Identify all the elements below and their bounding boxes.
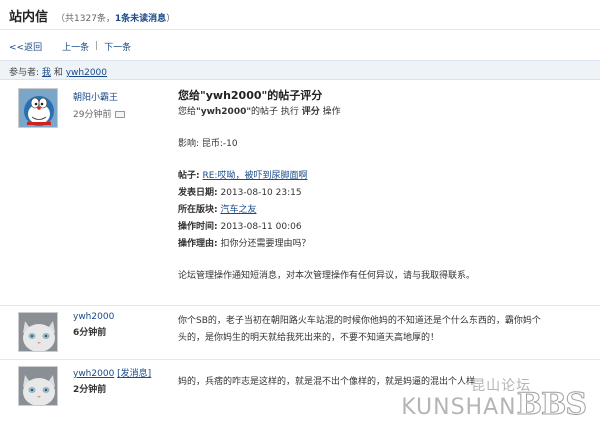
message-time: 29分钟前: [73, 107, 126, 120]
participants-label: 参与者:: [9, 68, 40, 78]
sender-name-row: ywh2000 [发消息]: [73, 366, 151, 379]
post-link[interactable]: RE:哎呦，被吓到尿脚面啊: [202, 171, 307, 181]
board-line: 所在版块: 汽车之友: [178, 203, 588, 218]
date-line: 发表日期: 2013-08-10 23:15: [178, 186, 588, 201]
reason-label: 操作理由:: [178, 239, 218, 249]
unread-count-link[interactable]: 1条未读消息: [115, 14, 166, 24]
message-item: 朝阳小霸王 29分钟前 您给"ywh2000"的帖子评分 您给"ywh2000"…: [0, 80, 600, 306]
participant-me-link[interactable]: 我: [42, 68, 51, 78]
sender-name-link[interactable]: ywh2000: [73, 369, 114, 379]
optime-line: 操作时间: 2013-08-11 00:06: [178, 220, 588, 235]
page-title: 站内信: [9, 10, 49, 25]
participant-other-link[interactable]: ywh2000: [66, 68, 107, 78]
avatar[interactable]: [18, 312, 58, 352]
message-line: 您给"ywh2000"的帖子 执行 评分 操作: [178, 105, 588, 120]
sender-name-link[interactable]: 朝阳小霸王: [73, 90, 125, 103]
message-content: 您给"ywh2000"的帖子评分 您给"ywh2000"的帖子 执行 评分 操作…: [178, 88, 588, 284]
cat-avatar-icon: [19, 313, 57, 351]
watermark-main-row: KUNSHANBBS: [401, 387, 587, 423]
message-subject: 您给"ywh2000"的帖子评分: [178, 89, 323, 102]
date-value: 2013-08-10 23:15: [220, 188, 302, 198]
next-link[interactable]: 下一条: [104, 40, 131, 53]
message-text-line: 头的，是你妈生的明天就给我死出来的，不要不知道天高地厚的！: [178, 333, 440, 343]
text-user: "ywh2000": [196, 107, 252, 117]
message-item: ywh2000 6分钟前 你个SB的，老子当初在朝阳路火车站混的时候你他妈的不知…: [0, 306, 600, 360]
time-text: 29分钟前: [73, 110, 112, 120]
message-content: 你个SB的，老子当初在朝阳路火车站混的时候你他妈的不知道还是个什么东西的，霸你妈…: [178, 313, 588, 347]
site-watermark: 昆山论坛 KUNSHANBBS: [401, 375, 587, 423]
send-message-link[interactable]: [发消息]: [117, 369, 151, 379]
envelope-icon: [115, 111, 126, 118]
text-segment: 操作: [319, 107, 341, 117]
post-line: 帖子: RE:哎呦，被吓到尿脚面啊: [178, 169, 588, 184]
sender-name-link[interactable]: ywh2000: [73, 312, 114, 322]
board-link[interactable]: 汽车之友: [220, 205, 256, 215]
optime-label: 操作时间:: [178, 222, 218, 232]
nav-separator: |: [95, 41, 99, 51]
optime-value: 2013-08-11 00:06: [220, 222, 302, 232]
page-header: 站内信 （共1327条，1条未读消息）: [0, 0, 600, 30]
sender-info: ywh2000 [发消息] 2分钟前: [73, 366, 151, 395]
post-label: 帖子:: [178, 171, 200, 181]
back-link[interactable]: <<返回: [9, 40, 42, 53]
cat-avatar-icon: [19, 367, 57, 405]
date-label: 发表日期:: [178, 188, 218, 198]
count-text: （共1327条，: [56, 14, 115, 24]
watermark-bbs: BBS: [516, 387, 587, 423]
text-segment: 的帖子 执行: [251, 107, 302, 117]
board-label: 所在版块:: [178, 205, 218, 215]
text-action: 评分: [301, 107, 320, 117]
sender-info: 朝阳小霸王 29分钟前: [73, 90, 126, 120]
notice-line: 论坛管理操作通知短消息，对本次管理操作有任何异议，请与我取得联系。: [178, 271, 476, 281]
avatar[interactable]: [18, 366, 58, 406]
message-text-line: 你个SB的，老子当初在朝阳路火车站混的时候你他妈的不知道还是个什么东西的，霸你妈…: [178, 316, 541, 326]
message-nav: <<返回 上一条 | 下一条: [0, 30, 600, 54]
avatar[interactable]: [18, 88, 58, 128]
sender-info: ywh2000 6分钟前: [73, 312, 114, 338]
doraemon-avatar-icon: [19, 89, 57, 127]
watermark-main: KUNSHAN: [401, 395, 517, 420]
reason-value: 扣你分还需要理由吗？: [220, 239, 311, 249]
prev-link[interactable]: 上一条: [62, 40, 89, 53]
time-text: 6分钟前: [73, 328, 107, 338]
message-time: 2分钟前: [73, 382, 151, 395]
message-time: 6分钟前: [73, 325, 114, 338]
effect-line: 影响: 昆币:-10: [178, 139, 238, 149]
time-text: 2分钟前: [73, 385, 107, 395]
reason-line: 操作理由: 扣你分还需要理由吗？: [178, 237, 588, 252]
text-segment: 您给: [178, 107, 197, 117]
count-end: ）: [166, 14, 176, 24]
participants-and: 和: [53, 68, 63, 78]
participants-bar: 参与者: 我 和 ywh2000: [0, 60, 600, 80]
message-count: （共1327条，1条未读消息）: [56, 11, 175, 24]
